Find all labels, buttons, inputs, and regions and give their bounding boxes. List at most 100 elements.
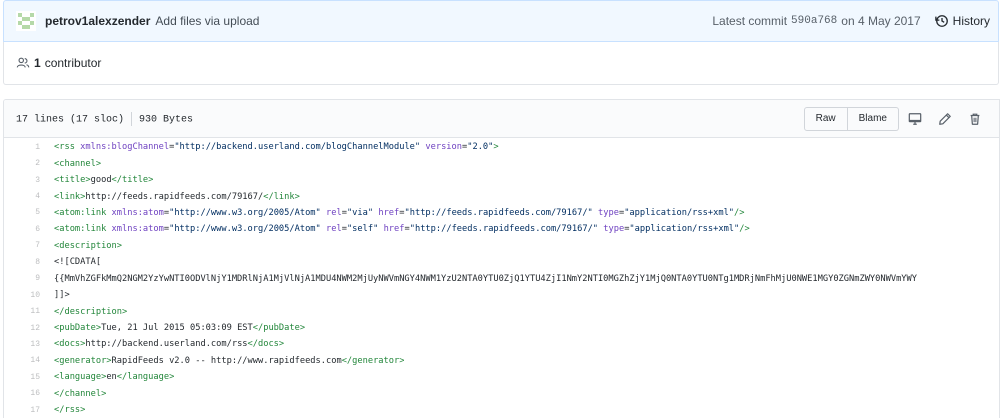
code-line: 15 <language>en</language> bbox=[4, 369, 999, 385]
line-number[interactable]: 14 bbox=[4, 356, 40, 365]
line-content: <description> bbox=[40, 241, 122, 251]
code-token: ]]> bbox=[54, 290, 70, 301]
code-line: 4 <link>http://feeds.rapidfeeds.com/79167… bbox=[4, 188, 999, 204]
code-token: <![CDATA[ bbox=[54, 257, 102, 268]
people-icon bbox=[16, 57, 30, 68]
code-token: en bbox=[106, 372, 117, 383]
line-number[interactable]: 13 bbox=[4, 340, 40, 349]
line-number[interactable]: 4 bbox=[4, 192, 40, 201]
raw-button[interactable]: Raw bbox=[803, 106, 848, 131]
code-token: <docs> bbox=[54, 339, 86, 350]
code-token: <pubDate> bbox=[54, 323, 102, 334]
edit-file-button[interactable] bbox=[931, 107, 959, 131]
trash-icon bbox=[970, 113, 980, 125]
file-header: 17 lines (17 sloc) 930 Bytes Raw Blame bbox=[4, 100, 999, 138]
line-content: <docs>http://backend.userland.com/rss</d… bbox=[40, 339, 284, 349]
line-content: <title>good</title> bbox=[40, 175, 153, 185]
code-token: </rss> bbox=[54, 405, 86, 416]
code-token: <description> bbox=[54, 240, 122, 251]
line-content: </description> bbox=[40, 307, 127, 317]
code-token: <language> bbox=[54, 372, 107, 383]
code-line: 11 </description> bbox=[4, 303, 999, 319]
line-number[interactable]: 7 bbox=[4, 241, 40, 250]
line-number[interactable]: 6 bbox=[4, 225, 40, 234]
code-token: href bbox=[378, 207, 400, 218]
line-number[interactable]: 12 bbox=[4, 324, 40, 333]
file-size: 930 Bytes bbox=[139, 114, 194, 126]
line-number[interactable]: 8 bbox=[4, 258, 40, 267]
commit-date: on 4 May 2017 bbox=[841, 14, 921, 28]
code-token: </generator> bbox=[341, 355, 405, 366]
line-content: <atom:link xmlns:atom="http://www.w3.org… bbox=[40, 224, 750, 234]
code-token: good bbox=[90, 175, 112, 186]
code-token: xmlns:atom bbox=[111, 224, 164, 235]
code-token: rel bbox=[326, 207, 342, 218]
commit-author[interactable]: petrov1alexzender bbox=[45, 14, 150, 28]
blame-button[interactable]: Blame bbox=[847, 106, 899, 131]
contributors-bar[interactable]: 1 contributor bbox=[3, 42, 999, 85]
line-content: <generator>RapidFeeds v2.0 -- http://www… bbox=[40, 356, 404, 366]
history-label: History bbox=[952, 14, 990, 28]
contributor-label: contributor bbox=[44, 56, 102, 70]
code-token: <link> bbox=[54, 191, 86, 202]
code-token: href bbox=[383, 224, 405, 235]
file-actions: Raw Blame bbox=[803, 106, 989, 131]
code-token: </title> bbox=[111, 175, 154, 186]
line-number[interactable]: 5 bbox=[4, 208, 40, 217]
code-token: xmlns:blogChannel bbox=[80, 142, 170, 153]
line-content: <language>en</language> bbox=[40, 372, 174, 382]
code-line: 16 </channel> bbox=[4, 386, 999, 402]
code-token: <channel> bbox=[54, 158, 102, 169]
code-token: <atom:link bbox=[54, 207, 112, 218]
code-line: 17 </rss> bbox=[4, 402, 999, 418]
line-content: <atom:link xmlns:atom="http://www.w3.org… bbox=[40, 208, 745, 218]
code-token: RapidFeeds v2.0 -- http://www.rapidfeeds… bbox=[111, 355, 342, 366]
code-token: /> bbox=[734, 207, 745, 218]
code-token: </channel> bbox=[54, 388, 107, 399]
code-line: 6 <atom:link xmlns:atom="http://www.w3.or… bbox=[4, 221, 999, 237]
pencil-icon bbox=[939, 112, 951, 125]
code-token: type bbox=[603, 224, 625, 235]
delete-file-button[interactable] bbox=[961, 107, 989, 131]
code-token: "http://www.w3.org/2005/Atom" bbox=[169, 224, 321, 235]
line-content: <![CDATA[ bbox=[40, 257, 101, 267]
code-token: </language> bbox=[116, 372, 175, 383]
commit-sha[interactable]: 590a768 bbox=[791, 15, 837, 27]
code-token: "via" bbox=[346, 207, 374, 218]
line-number[interactable]: 15 bbox=[4, 373, 40, 382]
code-token: <rss bbox=[54, 142, 81, 153]
code-line: 10 ]]> bbox=[4, 287, 999, 303]
commit-message[interactable]: Add files via upload bbox=[155, 14, 259, 28]
line-number[interactable]: 3 bbox=[4, 176, 40, 185]
file-lines-info: 17 lines (17 sloc) bbox=[16, 114, 125, 126]
line-content: ]]> bbox=[40, 290, 70, 300]
line-number[interactable]: 11 bbox=[4, 307, 40, 316]
line-number[interactable]: 10 bbox=[4, 291, 40, 300]
code-line: 8 <![CDATA[ bbox=[4, 254, 999, 270]
line-number[interactable]: 16 bbox=[4, 389, 40, 398]
line-number[interactable]: 2 bbox=[4, 159, 40, 168]
code-view: 1 <rss xmlns:blogChannel="http://backend.… bbox=[4, 138, 999, 418]
code-token: type bbox=[598, 207, 619, 218]
code-line: 12 <pubDate>Tue, 21 Jul 2015 05:03:09 EST… bbox=[4, 320, 999, 336]
file-info-divider bbox=[131, 111, 133, 126]
code-line: 5 <atom:link xmlns:atom="http://www.w3.or… bbox=[4, 205, 999, 221]
code-token: http://feeds.rapidfeeds.com/79167/ bbox=[85, 191, 264, 202]
code-token: </docs> bbox=[247, 339, 285, 350]
latest-commit-label: Latest commit bbox=[712, 14, 788, 28]
line-number[interactable]: 1 bbox=[4, 143, 40, 152]
code-token: rel bbox=[326, 224, 342, 235]
code-token: </link> bbox=[263, 191, 300, 202]
open-desktop-button[interactable] bbox=[901, 107, 929, 131]
code-token: /> bbox=[739, 224, 750, 235]
code-token: "application/rss+xml" bbox=[624, 207, 735, 218]
line-number[interactable]: 9 bbox=[4, 274, 40, 283]
code-token: </description> bbox=[54, 306, 128, 317]
code-token: <atom:link bbox=[54, 224, 112, 235]
file-info: 17 lines (17 sloc) 930 Bytes bbox=[16, 111, 194, 126]
contributor-count: 1 bbox=[34, 56, 41, 70]
avatar[interactable] bbox=[16, 11, 36, 31]
history-link[interactable]: History bbox=[934, 14, 990, 28]
line-number[interactable]: 17 bbox=[4, 406, 40, 415]
code-token: "self" bbox=[346, 224, 379, 235]
